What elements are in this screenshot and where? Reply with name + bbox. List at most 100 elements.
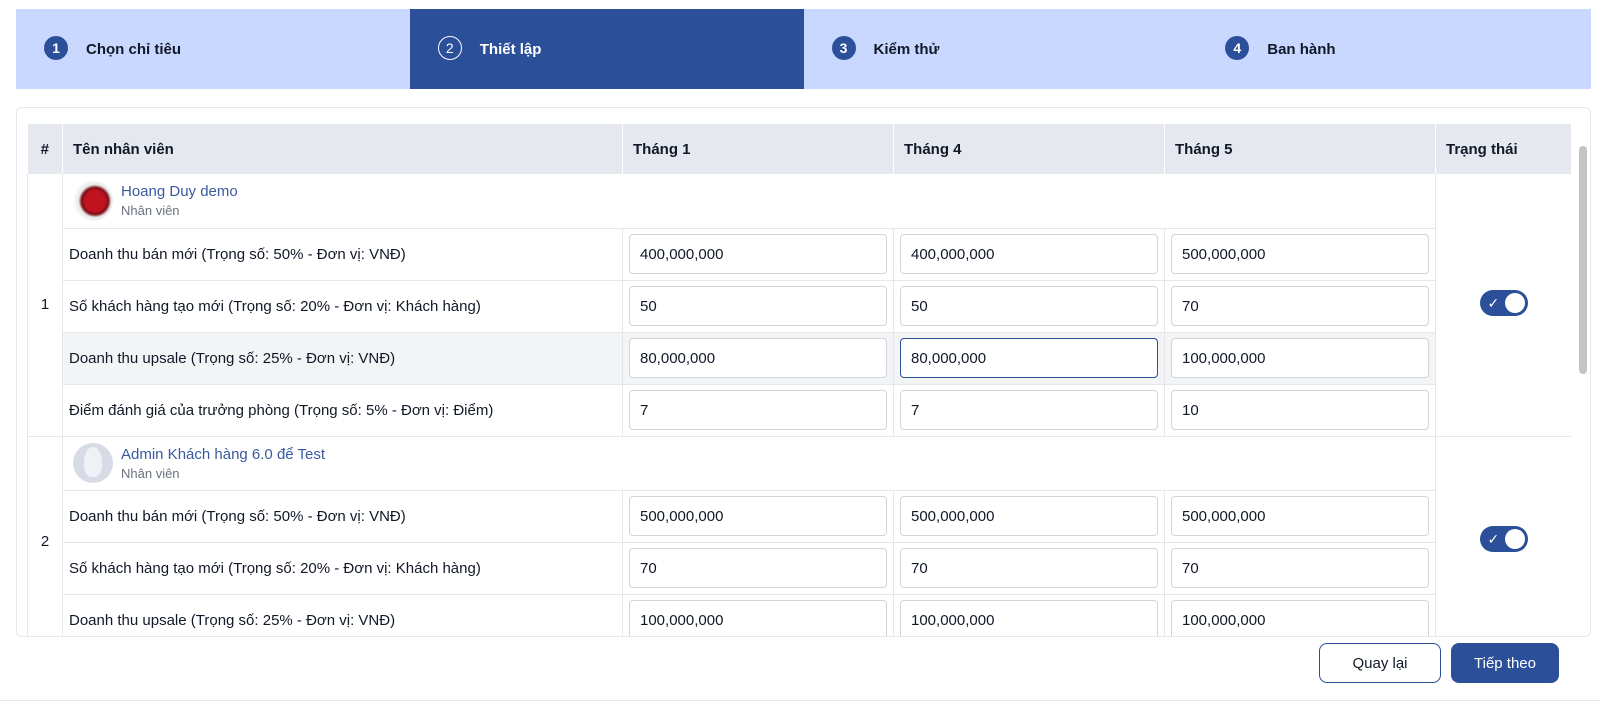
target-input-month-5[interactable]	[1171, 286, 1429, 326]
month-4-cell	[893, 594, 1165, 636]
step-choose-target[interactable]: 1 Chọn chỉ tiêu	[16, 9, 410, 89]
table-header-row: # Tên nhân viên Tháng 1 Tháng 4 Tháng 5 …	[27, 124, 1571, 174]
check-icon: ✓	[1487, 294, 1500, 311]
step-label: Kiểm thử	[873, 40, 940, 58]
status-toggle[interactable]: ✓	[1479, 526, 1528, 552]
month-1-cell	[622, 384, 894, 437]
table-scroll-area[interactable]: # Tên nhân viên Tháng 1 Tháng 4 Tháng 5 …	[27, 124, 1572, 636]
wizard-stepper: 1 Chọn chỉ tiêu 2 Thiết lập 3 Kiểm thử 4…	[16, 9, 1591, 89]
month-5-cell	[1164, 542, 1436, 595]
target-input-month-1[interactable]	[629, 286, 887, 326]
avatar-placeholder-icon	[73, 443, 113, 483]
status-cell: ✓	[1435, 436, 1571, 636]
col-header-name: Tên nhân viên	[62, 124, 623, 174]
metric-row-hovered: Doanh thu upsale (Trọng số: 25% - Đơn vị…	[28, 332, 1572, 385]
month-4-cell	[893, 490, 1165, 543]
month-4-cell	[893, 332, 1165, 385]
employee-name[interactable]: Hoang Duy demo	[121, 183, 238, 200]
target-input-month-5[interactable]	[1171, 338, 1429, 378]
month-1-cell	[622, 490, 894, 543]
employee-cell: Hoang Duy demo Nhân viên	[62, 174, 1436, 229]
target-input-month-5[interactable]	[1171, 496, 1429, 536]
month-4-cell	[893, 280, 1165, 333]
divider	[0, 700, 1600, 701]
employee-role: Nhân viên	[121, 465, 180, 481]
row-index: 1	[27, 174, 63, 437]
employee-row: 2 Admin Khách hàng 6.0 để Test Nhân viên	[27, 436, 1571, 636]
month-1-cell	[622, 542, 894, 595]
step-publish[interactable]: 4 Ban hành	[1197, 9, 1591, 89]
metric-row: Điểm đánh giá của trưởng phòng (Trọng số…	[28, 384, 1572, 437]
employee-row: 1 Hoang Duy demo Nhân viên ✓	[27, 174, 1571, 437]
metric-row: Doanh thu bán mới (Trọng số: 50% - Đơn v…	[28, 228, 1572, 281]
target-input-month-4[interactable]	[900, 286, 1158, 326]
month-5-cell	[1164, 384, 1436, 437]
month-5-cell	[1164, 332, 1436, 385]
month-5-cell	[1164, 490, 1436, 543]
month-4-cell	[893, 384, 1165, 437]
target-input-month-5[interactable]	[1171, 390, 1429, 430]
target-input-month-4[interactable]	[900, 234, 1158, 274]
status-cell: ✓	[1435, 174, 1571, 437]
metric-label: Doanh thu bán mới (Trọng số: 50% - Đơn v…	[62, 228, 623, 281]
col-header-month-5: Tháng 5	[1164, 124, 1436, 174]
metric-row: Số khách hàng tạo mới (Trọng số: 20% - Đ…	[28, 542, 1572, 595]
step-test[interactable]: 3 Kiểm thử	[804, 9, 1198, 89]
target-input-month-4[interactable]	[900, 600, 1158, 636]
page: 1 Chọn chỉ tiêu 2 Thiết lập 3 Kiểm thử 4…	[0, 0, 1600, 715]
row-index: 2	[27, 436, 63, 636]
step-label: Ban hành	[1267, 40, 1336, 58]
target-input-month-1[interactable]	[629, 338, 887, 378]
metric-row: Doanh thu bán mới (Trọng số: 50% - Đơn v…	[28, 490, 1572, 543]
col-header-status: Trạng thái	[1435, 124, 1571, 174]
month-5-cell	[1164, 594, 1436, 636]
metric-label: Doanh thu upsale (Trọng số: 25% - Đơn vị…	[62, 594, 623, 636]
metric-label: Số khách hàng tạo mới (Trọng số: 20% - Đ…	[62, 280, 623, 333]
month-4-cell	[893, 542, 1165, 595]
target-input-month-5[interactable]	[1171, 548, 1429, 588]
month-5-cell	[1164, 228, 1436, 281]
target-input-month-1[interactable]	[629, 496, 887, 536]
target-input-month-4-focused[interactable]	[900, 338, 1158, 378]
target-input-month-5[interactable]	[1171, 600, 1429, 636]
check-icon: ✓	[1487, 531, 1500, 547]
employee-cell: Admin Khách hàng 6.0 để Test Nhân viên	[62, 436, 1436, 491]
month-1-cell	[622, 280, 894, 333]
month-1-cell	[622, 594, 894, 636]
target-input-month-4[interactable]	[900, 496, 1158, 536]
target-input-month-1[interactable]	[629, 390, 887, 430]
employee-role: Nhân viên	[121, 203, 180, 219]
step-number: 1	[44, 36, 68, 60]
step-setup[interactable]: 2 Thiết lập	[409, 9, 804, 89]
targets-table: # Tên nhân viên Tháng 1 Tháng 4 Tháng 5 …	[27, 124, 1572, 636]
target-input-month-1[interactable]	[629, 600, 887, 636]
step-number: 2	[437, 36, 462, 60]
col-header-index: #	[27, 124, 63, 174]
target-input-month-4[interactable]	[900, 390, 1158, 430]
employee-name[interactable]: Admin Khách hàng 6.0 để Test	[121, 446, 325, 463]
metric-label: Doanh thu bán mới (Trọng số: 50% - Đơn v…	[62, 490, 623, 543]
toggle-knob	[1504, 529, 1525, 549]
step-label: Chọn chỉ tiêu	[86, 40, 181, 58]
month-1-cell	[622, 228, 894, 281]
status-toggle[interactable]: ✓	[1479, 289, 1528, 316]
metric-label: Số khách hàng tạo mới (Trọng số: 20% - Đ…	[62, 542, 623, 595]
back-button[interactable]: Quay lại	[1319, 643, 1441, 683]
month-4-cell	[893, 228, 1165, 281]
toggle-knob	[1504, 292, 1525, 313]
step-number: 4	[1225, 36, 1250, 60]
avatar	[73, 180, 113, 221]
step-number: 3	[831, 36, 856, 60]
target-input-month-5[interactable]	[1171, 234, 1429, 274]
col-header-month-1: Tháng 1	[622, 124, 894, 174]
month-1-cell	[622, 332, 894, 385]
vertical-scrollbar[interactable]	[1579, 146, 1587, 374]
target-input-month-1[interactable]	[629, 548, 887, 588]
target-input-month-1[interactable]	[629, 234, 887, 274]
next-button[interactable]: Tiếp theo	[1451, 643, 1559, 683]
col-header-month-4: Tháng 4	[893, 124, 1165, 174]
metric-label: Điểm đánh giá của trưởng phòng (Trọng số…	[62, 384, 623, 437]
metric-row: Số khách hàng tạo mới (Trọng số: 20% - Đ…	[28, 280, 1572, 333]
target-input-month-4[interactable]	[900, 548, 1158, 588]
step-label: Thiết lập	[479, 40, 542, 58]
